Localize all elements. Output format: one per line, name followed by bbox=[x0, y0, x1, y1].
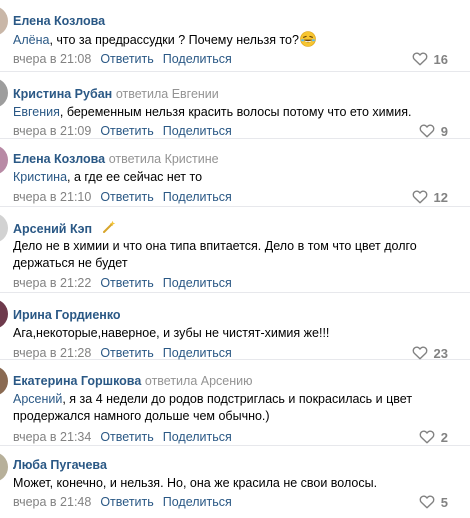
like-count: 16 bbox=[433, 51, 448, 67]
comment-author[interactable]: Арсений Кэп bbox=[13, 222, 92, 236]
reply-button[interactable]: Ответить bbox=[100, 276, 153, 290]
comments-feed: Елена Козлова Алёна, что за предрассудки… bbox=[0, 0, 470, 518]
comment-date[interactable]: вчера в 21:34 bbox=[13, 430, 91, 444]
comment-date[interactable]: вчера в 21:22 bbox=[13, 276, 91, 290]
reply-to-note[interactable]: ответила Евгении bbox=[116, 87, 219, 101]
avatar[interactable] bbox=[0, 78, 8, 108]
heart-icon bbox=[412, 346, 427, 360]
comment-author[interactable]: Елена Козлова bbox=[13, 14, 105, 28]
comment-date[interactable]: вчера в 21:48 bbox=[13, 495, 91, 509]
like-button[interactable]: 16 bbox=[412, 51, 448, 67]
like-button[interactable]: 12 bbox=[412, 189, 448, 205]
mention-link[interactable]: Кристина bbox=[13, 170, 67, 184]
comment-date[interactable]: вчера в 21:28 bbox=[13, 346, 91, 360]
comment-item: Ирина Гордиенко Ага,некоторые,наверное, … bbox=[0, 293, 470, 361]
share-button[interactable]: Поделиться bbox=[163, 276, 232, 290]
comment-item: Елена Козлова Алёна, что за предрассудки… bbox=[0, 0, 470, 72]
reply-button[interactable]: Ответить bbox=[100, 495, 153, 509]
like-count: 9 bbox=[440, 123, 448, 139]
comment-author[interactable]: Кристина Рубан bbox=[13, 87, 112, 101]
comment-author[interactable]: Елена Козлова bbox=[13, 152, 105, 166]
like-count: 12 bbox=[433, 189, 448, 205]
like-button[interactable]: 2 bbox=[419, 429, 448, 445]
like-button[interactable]: 23 bbox=[412, 345, 448, 361]
reply-to-note[interactable]: ответила Арсению bbox=[145, 374, 253, 388]
comment-author[interactable]: Ирина Гордиенко bbox=[13, 308, 121, 322]
heart-icon bbox=[419, 495, 435, 509]
magic-wand-icon bbox=[102, 220, 116, 238]
comment-text: Может, конечно, и нельзя. Но, она же кра… bbox=[13, 476, 378, 490]
share-button[interactable]: Поделиться bbox=[163, 495, 232, 509]
share-button[interactable]: Поделиться bbox=[163, 190, 232, 204]
avatar[interactable] bbox=[0, 6, 8, 36]
comment-date[interactable]: вчера в 21:09 bbox=[13, 124, 91, 138]
heart-icon bbox=[412, 190, 427, 204]
avatar[interactable] bbox=[0, 366, 8, 396]
comment-item: Екатерина Горшкова ответила Арсению Арсе… bbox=[0, 360, 470, 446]
mention-link[interactable]: Алёна bbox=[13, 33, 49, 47]
heart-icon bbox=[419, 430, 435, 444]
reply-button[interactable]: Ответить bbox=[100, 124, 153, 138]
share-button[interactable]: Поделиться bbox=[163, 430, 232, 444]
comment-date[interactable]: вчера в 21:10 bbox=[13, 190, 91, 204]
comment-text: , я за 4 недели до родов подстриглась и … bbox=[13, 392, 413, 423]
avatar[interactable] bbox=[0, 299, 8, 329]
comment-author[interactable]: Люба Пугачева bbox=[13, 458, 107, 472]
comment-text: , беременным нельзя красить волосы потом… bbox=[59, 105, 412, 119]
like-button[interactable]: 5 bbox=[419, 494, 448, 510]
avatar[interactable] bbox=[0, 452, 8, 482]
comment-item: Арсений Кэп Дело не в химии и что она ти… bbox=[0, 207, 470, 293]
like-count: 2 bbox=[440, 429, 448, 445]
share-button[interactable]: Поделиться bbox=[163, 52, 232, 66]
reply-button[interactable]: Ответить bbox=[100, 52, 153, 66]
comment-text: Ага,некоторые,наверное, и зубы не чистят… bbox=[13, 326, 330, 340]
heart-icon bbox=[412, 52, 427, 66]
comment-text: , а где ее сейчас нет то bbox=[67, 170, 203, 184]
reply-button[interactable]: Ответить bbox=[100, 346, 153, 360]
laughing-tears-emoji-icon bbox=[300, 31, 316, 52]
reply-to-note[interactable]: ответила Кристине bbox=[109, 152, 219, 166]
like-count: 23 bbox=[433, 345, 448, 361]
heart-icon bbox=[419, 124, 435, 138]
mention-link[interactable]: Евгения bbox=[13, 105, 60, 119]
comment-item: Люба Пугачева Может, конечно, и нельзя. … bbox=[0, 446, 470, 518]
share-button[interactable]: Поделиться bbox=[163, 124, 232, 138]
like-count: 5 bbox=[440, 494, 448, 510]
comment-text: Дело не в химии и что она типа впитается… bbox=[13, 239, 417, 270]
avatar[interactable] bbox=[0, 145, 8, 175]
comment-author[interactable]: Екатерина Горшкова bbox=[13, 374, 141, 388]
comment-date[interactable]: вчера в 21:08 bbox=[13, 52, 91, 66]
comment-item: Елена Козлова ответила Кристине Кристина… bbox=[0, 139, 470, 207]
avatar[interactable] bbox=[0, 213, 8, 243]
reply-button[interactable]: Ответить bbox=[100, 190, 153, 204]
comment-item: Кристина Рубан ответила Евгении Евгения,… bbox=[0, 72, 470, 139]
reply-button[interactable]: Ответить bbox=[100, 430, 153, 444]
mention-link[interactable]: Арсений bbox=[13, 392, 62, 406]
share-button[interactable]: Поделиться bbox=[163, 346, 232, 360]
like-button[interactable]: 9 bbox=[419, 123, 448, 139]
comment-text: , что за предрассудки ? Почему нельзя то… bbox=[49, 33, 299, 47]
